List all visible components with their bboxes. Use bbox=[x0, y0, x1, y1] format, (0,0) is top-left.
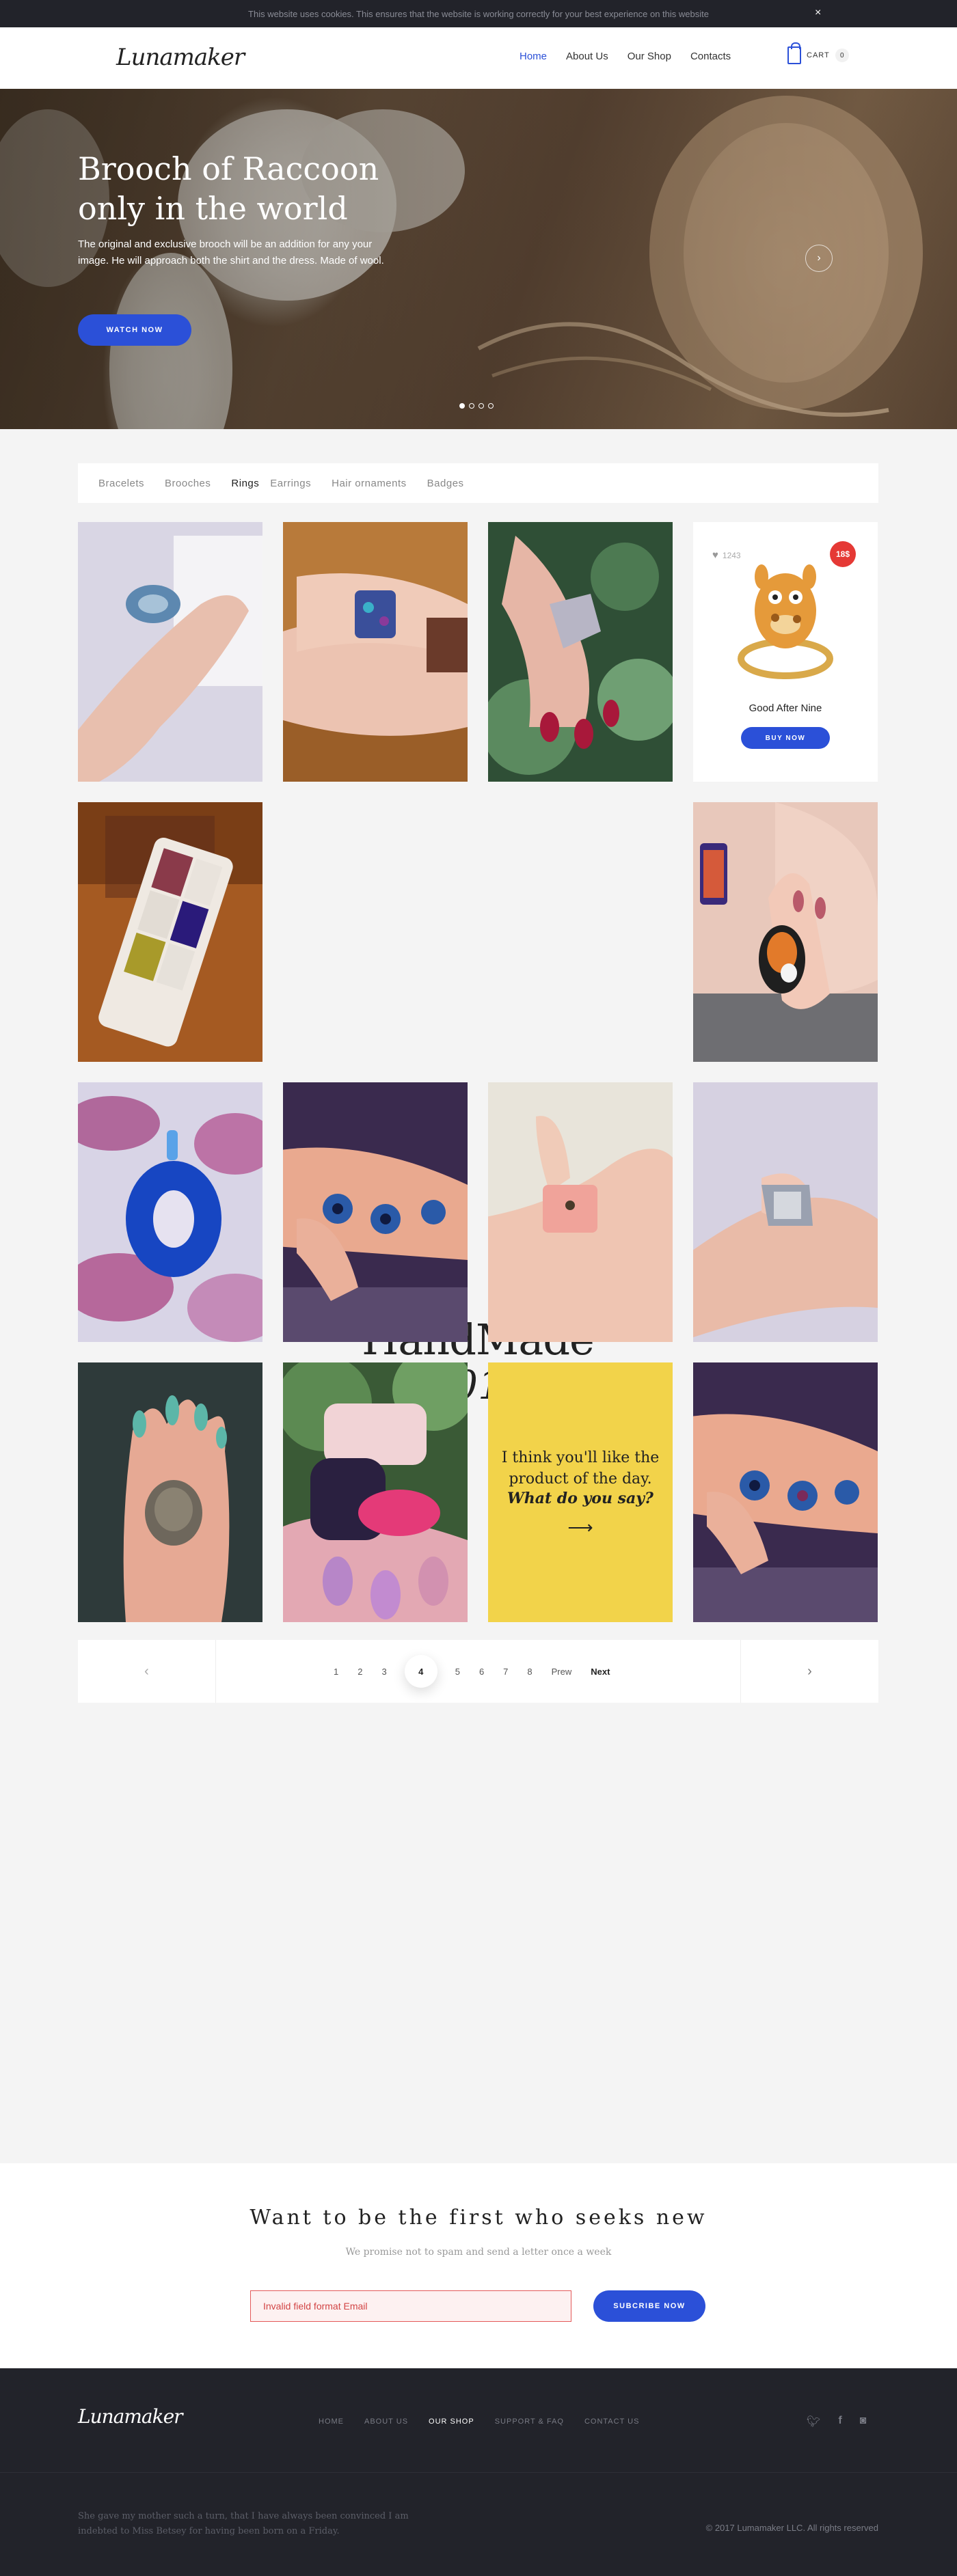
facebook-icon[interactable]: f bbox=[838, 2415, 841, 2428]
footer-link-contact-us[interactable]: CONTACT US bbox=[584, 2417, 640, 2426]
social-links: 🐦︎ f ◙ bbox=[807, 2415, 866, 2428]
slider-dot[interactable] bbox=[459, 403, 465, 409]
tab-bracelets[interactable]: Bracelets bbox=[98, 478, 144, 489]
promo-line-2: product of the day. bbox=[509, 1470, 652, 1488]
product-photo[interactable] bbox=[693, 802, 878, 1062]
page-link[interactable]: 2 bbox=[358, 1667, 362, 1677]
newsletter-title: Want to be the first who seeks new bbox=[250, 2206, 707, 2230]
footer-link-home[interactable]: HOME bbox=[319, 2417, 344, 2426]
page-link[interactable]: 6 bbox=[479, 1667, 484, 1677]
footer-divider bbox=[0, 2472, 957, 2473]
product-photo[interactable] bbox=[693, 1082, 878, 1342]
footer-link-about-us[interactable]: ABOUT US bbox=[364, 2417, 408, 2426]
promo-question: What do you say? bbox=[507, 1489, 653, 1507]
hero-slider: Brooch of Raccoon only in the world The … bbox=[0, 89, 957, 429]
shopping-bag-icon bbox=[787, 42, 801, 64]
chevron-right-icon[interactable]: › bbox=[805, 245, 833, 272]
cart-count-badge: 0 bbox=[835, 49, 849, 62]
product-of-the-day-promo[interactable]: I think you'll like the product of the d… bbox=[488, 1362, 673, 1622]
instagram-icon[interactable]: ◙ bbox=[860, 2415, 867, 2428]
buy-now-button[interactable]: BUY NOW bbox=[741, 727, 830, 749]
product-photo[interactable] bbox=[693, 1362, 878, 1622]
slider-dot[interactable] bbox=[478, 403, 484, 409]
hero-description: The original and exclusive brooch will b… bbox=[78, 238, 384, 266]
chevron-right-icon[interactable]: › bbox=[740, 1640, 878, 1703]
tab-brooches[interactable]: Brooches bbox=[165, 478, 211, 489]
product-card[interactable]: ♥ 1243 18$ Good After Nine BUY NOW bbox=[693, 522, 878, 782]
site-header: Lunamaker Home About Us Our Shop Contact… bbox=[0, 27, 957, 89]
logo[interactable]: Lunamaker bbox=[116, 44, 245, 71]
product-photo[interactable] bbox=[78, 802, 262, 1062]
subscribe-button[interactable]: SUBCRIBE NOW bbox=[593, 2290, 705, 2322]
footer-link-support[interactable]: SUPPORT & FAQ bbox=[495, 2417, 564, 2426]
product-photo[interactable] bbox=[283, 1362, 468, 1622]
product-photo[interactable] bbox=[78, 522, 262, 782]
page-link[interactable]: 1 bbox=[334, 1667, 338, 1677]
footer-logo[interactable]: Lunamaker bbox=[78, 2405, 183, 2428]
product-photo[interactable] bbox=[488, 1082, 673, 1342]
page-list: 1 2 3 4 5 6 7 8 Prew Next bbox=[324, 1640, 619, 1703]
tab-badges[interactable]: Badges bbox=[427, 478, 464, 489]
cookie-bar: This website uses cookies. This ensures … bbox=[0, 0, 957, 27]
hero-title: Brooch of Raccoon only in the world bbox=[78, 149, 420, 228]
promo-line-1: I think you'll like the bbox=[501, 1449, 660, 1466]
slider-dot[interactable] bbox=[469, 403, 474, 409]
main-nav: Home About Us Our Shop Contacts bbox=[520, 51, 750, 62]
slider-dots bbox=[459, 403, 494, 409]
next-page-link[interactable]: Next bbox=[591, 1667, 610, 1677]
watch-now-button[interactable]: WATCH NOW bbox=[78, 314, 191, 346]
pagination: ‹ 1 2 3 4 5 6 7 8 Prew Next › bbox=[78, 1640, 878, 1703]
footer-link-our-shop[interactable]: OUR SHOP bbox=[429, 2417, 474, 2426]
prev-page-link[interactable]: Prew bbox=[552, 1667, 572, 1677]
product-photo[interactable] bbox=[78, 1082, 262, 1342]
email-field[interactable]: Invalid field format Email bbox=[250, 2290, 571, 2322]
nav-about-us[interactable]: About Us bbox=[566, 51, 608, 62]
product-photo[interactable] bbox=[488, 522, 673, 782]
site-footer: Lunamaker HOME ABOUT US OUR SHOP SUPPORT… bbox=[0, 2368, 957, 2576]
page-link[interactable]: 5 bbox=[455, 1667, 460, 1677]
tab-hair-ornaments[interactable]: Hair ornaments bbox=[332, 478, 407, 489]
close-icon[interactable]: × bbox=[815, 7, 821, 19]
category-tabs: Bracelets Brooches Rings Earrings Hair o… bbox=[78, 463, 878, 503]
newsletter-section: Want to be the first who seeks new We pr… bbox=[0, 2163, 957, 2368]
tab-rings[interactable]: Rings bbox=[231, 478, 259, 489]
copyright: © 2017 Lumamaker LLC. All rights reserve… bbox=[705, 2523, 878, 2533]
hero-title-line-2: only in the world bbox=[78, 190, 348, 227]
tab-earrings[interactable]: Earrings bbox=[270, 478, 311, 489]
cookie-text: This website uses cookies. This ensures … bbox=[248, 8, 709, 19]
nav-home[interactable]: Home bbox=[520, 51, 547, 62]
page-link[interactable]: 8 bbox=[527, 1667, 532, 1677]
page-link[interactable]: 7 bbox=[503, 1667, 508, 1677]
page-link[interactable]: 3 bbox=[381, 1667, 386, 1677]
newsletter-subtitle: We promise not to spam and send a letter… bbox=[345, 2247, 612, 2258]
footer-nav: HOME ABOUT US OUR SHOP SUPPORT & FAQ CON… bbox=[319, 2417, 660, 2426]
cart-label: CART bbox=[807, 51, 830, 59]
nav-contacts[interactable]: Contacts bbox=[690, 51, 731, 62]
slider-dot[interactable] bbox=[488, 403, 494, 409]
cart-button[interactable]: CART 0 bbox=[787, 42, 849, 64]
twitter-icon[interactable]: 🐦︎ bbox=[807, 2415, 820, 2428]
chevron-left-icon[interactable]: ‹ bbox=[78, 1640, 216, 1703]
arrow-right-icon[interactable]: ⟶ bbox=[567, 1517, 593, 1538]
heart-icon[interactable]: ♥ bbox=[712, 549, 718, 561]
product-photo[interactable] bbox=[78, 1362, 262, 1622]
product-photo[interactable] bbox=[283, 1082, 468, 1342]
footer-quote: She gave my mother such a turn, that I h… bbox=[78, 2511, 409, 2536]
hero-title-line-1: Brooch of Raccoon bbox=[78, 150, 379, 187]
product-image bbox=[738, 564, 833, 679]
product-photo[interactable] bbox=[283, 522, 468, 782]
page-link-current[interactable]: 4 bbox=[404, 1655, 437, 1688]
nav-our-shop[interactable]: Our Shop bbox=[628, 51, 671, 62]
shop-section: Bracelets Brooches Rings Earrings Hair o… bbox=[0, 429, 957, 2163]
product-name[interactable]: Good After Nine bbox=[693, 702, 878, 714]
